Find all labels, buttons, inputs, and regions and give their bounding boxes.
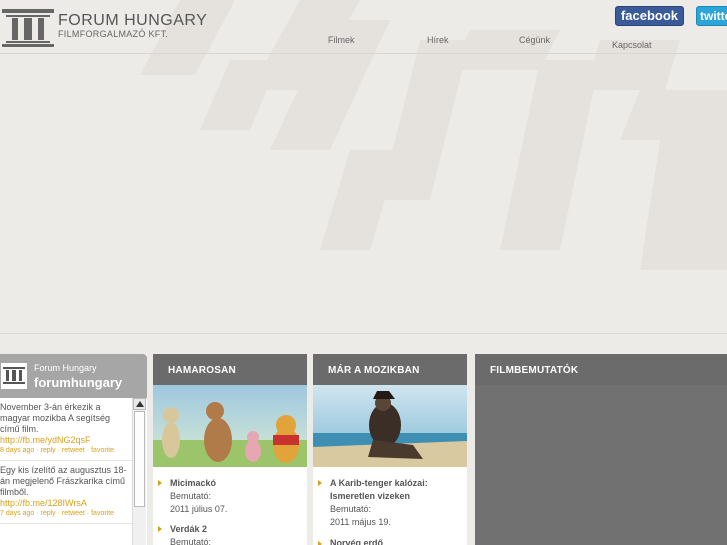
scroll-up-button[interactable] <box>133 398 146 410</box>
scroll-thumb[interactable] <box>134 411 145 507</box>
brand-title[interactable]: FORUM HUNGARY <box>58 12 207 30</box>
avatar[interactable] <box>1 363 27 389</box>
premiere-label: Bemutató: <box>330 504 372 514</box>
tweet-favorite-link[interactable]: favorite <box>91 510 114 517</box>
tweet-text: November 3-án érkezik a magyar mozikba A… <box>0 402 111 434</box>
now-showing-heading: MÁR A MOZIKBAN <box>313 354 467 385</box>
forum-hungary-logo-icon[interactable] <box>0 6 56 48</box>
brand-subtitle: FILMFORGALMAZÓ KFT. <box>58 29 169 39</box>
tweet-text: Egy kis ízelítő az augusztus 18-án megje… <box>0 465 127 497</box>
film-title-line2[interactable]: Ismeretlen vizeken <box>330 490 428 503</box>
tweet-retweet-link[interactable]: retweet <box>62 510 85 517</box>
tweet-meta: 8 days ago · reply · retweet · favorite <box>0 447 115 454</box>
premiere-label: Bemutató: <box>170 491 212 501</box>
list-item[interactable]: A Karib-tenger kalózai: Ismeretlen vizek… <box>330 477 428 529</box>
twitter-display-name: Forum Hungary <box>34 363 97 373</box>
bullet-icon <box>318 541 322 545</box>
tweet-list: November 3-án érkezik a magyar mozikba A… <box>0 398 132 545</box>
bullet-icon <box>158 480 162 486</box>
list-item[interactable]: Verdák 2 Bemutató: <box>170 523 211 545</box>
film-title[interactable]: Norvég erdő <box>330 537 383 545</box>
tweet-reply-link[interactable]: reply <box>40 447 55 454</box>
twitter-button[interactable]: twitter <box>696 6 727 26</box>
tweet-link[interactable]: http://fb.me/128IWrsA <box>0 498 132 509</box>
nav-kapcsolat[interactable]: Kapcsolat <box>612 40 652 50</box>
nav-hirek[interactable]: Hírek <box>427 35 449 45</box>
premieres-heading: FILMBEMUTATÓK <box>475 354 727 385</box>
twitter-widget: Forum Hungary forumhungary November 3-án… <box>0 354 147 545</box>
list-item[interactable]: Norvég erdő <box>330 537 383 545</box>
tweet-time[interactable]: 8 days ago <box>0 447 34 454</box>
tweet-meta: 7 days ago · reply · retweet · favorite <box>0 510 115 517</box>
film-title[interactable]: A Karib-tenger kalózai: <box>330 477 428 490</box>
nav-cegunk[interactable]: Cégünk <box>519 35 550 45</box>
tweet-time[interactable]: 7 days ago <box>0 510 34 517</box>
site-header: FORUM HUNGARY FILMFORGALMAZÓ KFT. Filmek… <box>0 0 727 54</box>
premiere-date: 2011 július 07. <box>170 504 228 514</box>
list-item: November 3-án érkezik a magyar mozikba A… <box>0 398 132 461</box>
chevron-up-icon <box>136 401 144 407</box>
coming-soon-poster[interactable] <box>153 385 307 467</box>
tweet-scrollbar[interactable] <box>132 398 146 545</box>
tweet-link[interactable]: http://fb.me/ydNG2qsF <box>0 435 132 446</box>
bullet-icon <box>318 480 322 486</box>
film-title[interactable]: Micimackó <box>170 477 227 490</box>
bullet-icon <box>158 526 162 532</box>
section-divider <box>0 333 727 334</box>
premiere-label: Bemutató: <box>170 537 212 545</box>
premiere-date: 2011 május 19. <box>330 517 391 527</box>
facebook-button[interactable]: facebook <box>615 6 684 26</box>
list-item: Egy kis ízelítő az augusztus 18-án megje… <box>0 461 132 524</box>
tweet-retweet-link[interactable]: retweet <box>62 447 85 454</box>
nav-filmek[interactable]: Filmek <box>328 35 355 45</box>
now-showing-poster[interactable] <box>313 385 467 467</box>
twitter-widget-header: Forum Hungary forumhungary <box>0 354 147 398</box>
tweet-favorite-link[interactable]: favorite <box>91 447 114 454</box>
tweet-reply-link[interactable]: reply <box>40 510 55 517</box>
coming-soon-heading: HAMAROSAN <box>153 354 307 385</box>
list-item[interactable]: Micimackó Bemutató: 2011 július 07. <box>170 477 227 516</box>
twitter-handle[interactable]: forumhungary <box>34 375 122 390</box>
premieres-panel <box>475 385 727 545</box>
film-title[interactable]: Verdák 2 <box>170 523 211 536</box>
